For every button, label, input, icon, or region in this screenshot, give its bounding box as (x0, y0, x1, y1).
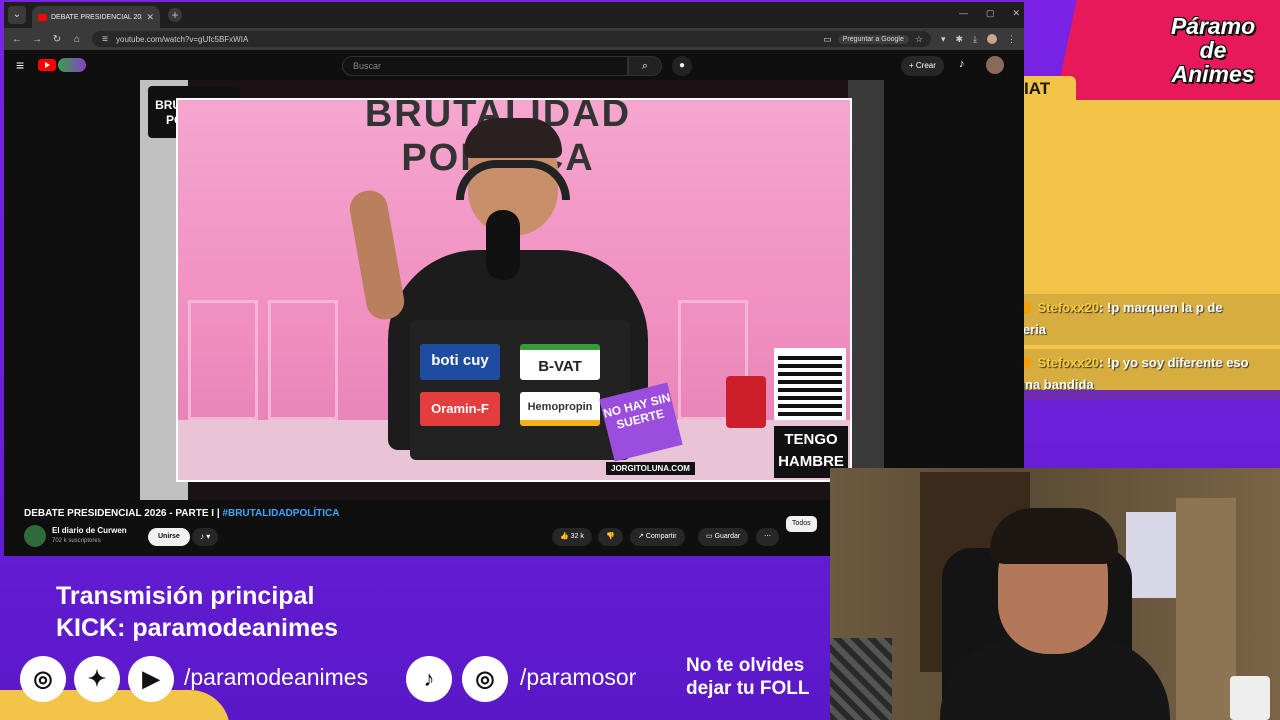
extension-icon[interactable]: ▾ (941, 34, 946, 45)
subscriber-count: 702 k suscriptores (52, 538, 101, 544)
channel-name[interactable]: El diario de Curwen (52, 526, 127, 535)
qr-code (774, 348, 846, 420)
studio-microphone (486, 210, 520, 280)
cast-icon[interactable]: ▭ (823, 34, 832, 45)
search-bar: Buscar ⌕ (342, 56, 662, 76)
filter-chip-all[interactable]: Todos (786, 516, 817, 532)
address-bar-row: ← → ↻ ⌂ ≡ youtube.com/watch?v=gUfc5BFxWI… (4, 28, 1024, 50)
chat-tab: IAT (1018, 76, 1076, 102)
door (1176, 498, 1236, 720)
menu-icon[interactable]: ≡ (16, 57, 24, 73)
twitter-icon: ✦ (74, 656, 120, 702)
youtube-masthead: ≡ Buscar ⌕ ● + Crear ♪ (4, 50, 1024, 80)
social-handle-main: /paramodeanimes (184, 664, 369, 690)
sticker-hemopropin: Hemopropin (520, 392, 600, 426)
join-button[interactable]: Unirse (148, 528, 190, 546)
window-controls: — ▢ ✕ (959, 8, 1020, 19)
channel-avatar[interactable] (24, 525, 46, 547)
banner-kick: KICK: paramodeanimes (56, 614, 339, 642)
laptop: boti cuy B-VAT Oramin-F Hemopropin (410, 320, 630, 460)
plaid-cloth (830, 638, 892, 720)
instagram-icon: ◎ (20, 656, 66, 702)
chat-separator: : (1099, 300, 1107, 315)
host-hair (464, 118, 562, 158)
chat-message: Stefoxx20: !p marquen la p de porqueria (982, 294, 1280, 345)
more-menu-icon[interactable]: ⋮ (1007, 34, 1016, 45)
chat-username: Stefoxx20 (1037, 300, 1100, 315)
chat-username: Stefoxx20 (1037, 355, 1100, 370)
newspaper-border (848, 80, 884, 500)
title-bar: ⌄ DEBATE PRESIDENCIAL 202 ✕ + — ▢ ✕ (4, 2, 1024, 28)
create-button[interactable]: + Crear (901, 56, 944, 76)
forward-icon[interactable]: → (32, 34, 42, 45)
streamer-hair (990, 508, 1118, 564)
tab-close-icon[interactable]: ✕ (146, 12, 154, 23)
youtube-doodle[interactable] (58, 58, 87, 72)
search-icon[interactable]: ⌕ (628, 56, 662, 76)
like-button[interactable]: 👍 32 k (552, 528, 592, 546)
wall-panel (188, 300, 258, 420)
hashtag-link[interactable]: #BRUTALIDADPOLÍTICA (222, 508, 339, 519)
video-scene: BRUTALIDAD POLÍTICA boti cuy B-VAT Orami… (176, 98, 852, 482)
brand-logo: Páramo de Animes (1170, 13, 1256, 87)
webcam-feed (830, 468, 1280, 720)
youtube-logo-icon[interactable] (38, 59, 57, 71)
more-actions-icon[interactable]: ⋯ (756, 528, 779, 546)
share-button[interactable]: ↗ Compartir (630, 528, 685, 546)
search-input[interactable]: Buscar (342, 56, 628, 76)
bookmark-star-icon[interactable]: ☆ (915, 34, 923, 45)
wall-panel (268, 300, 338, 420)
home-icon[interactable]: ⌂ (72, 34, 82, 45)
sticker-oramin: Oramin-F (420, 392, 500, 426)
url-text: youtube.com/watch?v=gUfc5BFxWIA (116, 34, 249, 44)
tab-search-icon[interactable]: ⌄ (8, 6, 26, 24)
chat-message: Stefoxx20: !p yo soy diferente eso diria… (982, 349, 1280, 400)
browser-tab[interactable]: DEBATE PRESIDENCIAL 202 ✕ (32, 6, 160, 28)
new-tab-icon[interactable]: + (168, 8, 182, 22)
subscribe-bell-icon[interactable]: ♪ ▾ (192, 528, 219, 546)
white-mug (1230, 676, 1270, 720)
notifications-bell-icon[interactable]: ♪ (959, 58, 965, 70)
instagram-icon: ◎ (462, 656, 508, 702)
poster (1126, 512, 1178, 598)
minimize-icon[interactable]: — (959, 8, 968, 19)
tiktok-icon: ♪ (406, 656, 452, 702)
downloads-icon[interactable]: ⤓ (973, 34, 977, 45)
red-mug (726, 376, 766, 428)
chat-separator: : (1099, 355, 1107, 370)
dislike-icon[interactable]: 👎 (598, 528, 623, 546)
ask-google-button[interactable]: Preguntar a Google (837, 34, 909, 44)
back-icon[interactable]: ← (12, 34, 22, 45)
youtube-favicon-icon (38, 13, 47, 21)
video-player[interactable]: BRUTALIDAD POLÍTICA BRUTALIDAD POLÍTICA … (140, 80, 884, 500)
site-info-icon[interactable]: ≡ (100, 34, 110, 45)
sticker-b-vat: B-VAT (520, 344, 600, 380)
sticker-boti-cuy: boti cuy (420, 344, 500, 380)
follow-reminder: No te olvides dejar tu FOLL (686, 655, 810, 699)
website-tag: JORGITOLUNA.COM (606, 462, 695, 475)
extensions-puzzle-icon[interactable]: ✱ (955, 34, 963, 45)
profile-icon[interactable] (987, 34, 997, 44)
create-label: Crear (915, 61, 936, 70)
chat-messages: Stefoxx20: !p marquen la p de porqueria … (982, 294, 1280, 404)
tab-title: DEBATE PRESIDENCIAL 202 (51, 13, 143, 21)
youtube-icon: ▶ (128, 656, 174, 702)
maximize-icon[interactable]: ▢ (986, 8, 995, 19)
close-window-icon[interactable]: ✕ (1012, 8, 1020, 19)
banner-main-stream: Transmisión principal (56, 582, 315, 610)
omnibox[interactable]: ≡ youtube.com/watch?v=gUfc5BFxWIA ▭ Preg… (92, 31, 931, 47)
microphone-icon[interactable]: ● (672, 56, 692, 76)
save-button[interactable]: ▭ Guardar (698, 528, 749, 546)
video-title: DEBATE PRESIDENCIAL 2026 - PARTE I | #BR… (24, 508, 340, 519)
avatar[interactable] (986, 56, 1004, 74)
social-handle-secondary: /paramosor (520, 664, 637, 690)
reload-icon[interactable]: ↻ (52, 34, 62, 45)
